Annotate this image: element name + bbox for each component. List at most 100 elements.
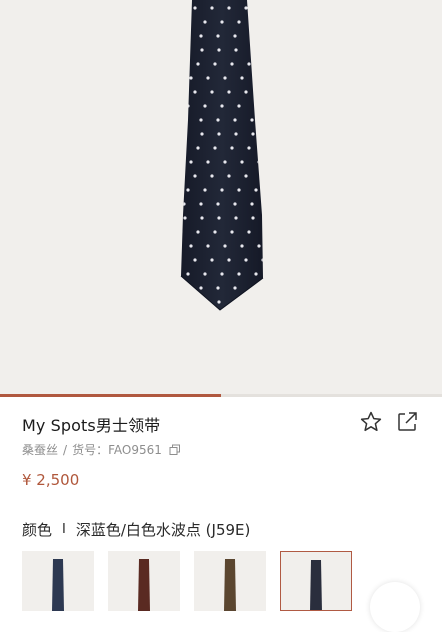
tie-dot <box>193 174 197 178</box>
tie-dot <box>199 202 203 206</box>
tie-dot <box>237 104 241 108</box>
swatch-tie-image <box>224 559 236 611</box>
tie-dot <box>244 90 248 94</box>
tie-dot <box>268 132 271 135</box>
tie-dot <box>183 132 187 136</box>
tie-dot <box>213 62 217 66</box>
tie-dot <box>203 20 207 24</box>
tie-dot <box>268 48 271 51</box>
color-label: 颜色 <box>22 521 53 539</box>
sku-label: 货号： <box>72 443 109 457</box>
tie-dot <box>217 132 221 136</box>
tie-dot <box>264 146 267 149</box>
tie-dot <box>251 132 255 136</box>
tie-dot <box>264 230 267 233</box>
tie-dot <box>193 6 197 10</box>
color-swatch-4-selected[interactable] <box>280 551 352 611</box>
tie-dot <box>251 48 255 52</box>
tie-dot <box>267 286 270 289</box>
tie-dot <box>237 188 241 192</box>
tie-dot <box>210 90 214 94</box>
tie-dot <box>203 188 207 192</box>
tie-dot <box>254 272 258 276</box>
color-swatch-2[interactable] <box>108 551 180 611</box>
tie-dot <box>250 34 254 38</box>
tie-dot <box>183 48 187 52</box>
tie-dot <box>203 272 207 276</box>
tie-dot <box>250 202 254 206</box>
color-selection-label: 颜色 I 深蓝色/白色水波点 (J59E) <box>22 519 250 540</box>
next-swatch-button[interactable] <box>370 582 420 632</box>
color-divider: I <box>62 522 66 537</box>
tie-dot <box>233 202 237 206</box>
product-image-gallery[interactable] <box>0 0 442 396</box>
tie-dot <box>271 104 274 107</box>
tie-dot <box>203 104 207 108</box>
sku-value: FAO9561 <box>108 442 162 457</box>
tie-dot <box>261 6 263 10</box>
tie-dot <box>261 258 263 262</box>
tie-dot <box>227 6 231 10</box>
tie-dot <box>210 258 214 262</box>
tie-dot <box>264 62 267 65</box>
tie-dot <box>267 202 270 205</box>
tie-dot <box>257 76 261 80</box>
tie-dot <box>254 20 258 24</box>
color-swatch-3[interactable] <box>194 551 266 611</box>
tie-dot <box>234 132 238 136</box>
tie-dot <box>216 34 220 38</box>
tie-dot <box>182 118 186 122</box>
tie-dot <box>233 34 237 38</box>
tie-dot <box>251 300 255 304</box>
swatch-tie-image <box>52 559 64 611</box>
tie-dot <box>237 272 241 276</box>
tie-dot <box>206 160 210 164</box>
tie-dot <box>216 202 220 206</box>
tie-dot <box>234 300 238 304</box>
tie-dot <box>247 230 251 234</box>
tie-dot <box>220 20 224 24</box>
tie-dot <box>176 6 179 9</box>
tie-dot <box>244 174 248 178</box>
tie-dot <box>251 216 255 220</box>
share-button[interactable] <box>395 410 419 434</box>
tie-dot <box>196 62 200 66</box>
tie-dot <box>271 188 274 191</box>
tie-dot <box>220 272 224 276</box>
tie-dot <box>254 104 258 108</box>
tie-dot <box>199 286 203 290</box>
tie-dot <box>186 272 190 276</box>
color-swatch-1[interactable] <box>22 551 94 611</box>
tie-dot <box>210 6 214 10</box>
copy-icon[interactable] <box>169 444 181 456</box>
favorite-button[interactable] <box>359 410 383 434</box>
tie-dot <box>223 76 227 80</box>
tie-dot <box>268 300 271 303</box>
tie-dot <box>217 300 221 304</box>
share-icon <box>398 412 417 431</box>
tie-dot <box>234 48 238 52</box>
tie-dot <box>206 76 210 80</box>
tie-dot <box>196 230 200 234</box>
tie-dot <box>230 230 234 234</box>
tie-dot <box>186 188 190 192</box>
tie-dot <box>189 244 193 248</box>
tie-dot <box>223 244 227 248</box>
tie-dot <box>240 244 244 248</box>
tie-dot <box>199 118 203 122</box>
tie-dot <box>233 286 237 290</box>
product-meta: 桑蚕丝 / 货号： FAO9561 <box>22 441 181 458</box>
tie-dot <box>274 160 277 163</box>
swatch-tie-image <box>310 560 322 610</box>
product-price: ¥ 2,500 <box>22 471 80 489</box>
tie-dot <box>196 146 200 150</box>
tie-dot <box>199 34 203 38</box>
tie-dot <box>193 258 197 262</box>
tie-dot <box>274 244 277 247</box>
tie-dot <box>200 216 204 220</box>
tie-dot <box>261 174 263 178</box>
tie-dot <box>257 244 261 248</box>
swatch-tie-image <box>138 559 150 611</box>
tie-dot <box>183 216 187 220</box>
gallery-progress <box>0 394 442 397</box>
